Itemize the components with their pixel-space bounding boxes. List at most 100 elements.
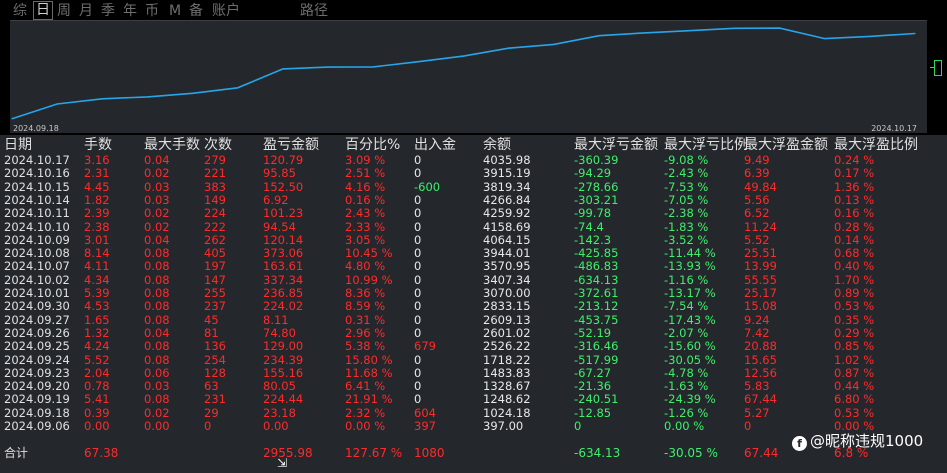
cell-balance: 2526.22 <box>483 339 531 354</box>
cell-pnl: 163.61 <box>263 259 304 274</box>
cell-max-float-loss: -517.99 <box>574 352 619 367</box>
table-row[interactable]: 2024.09.30 4.53 0.08 237 224.02 8.59 % 0 2833.1… <box>0 299 947 314</box>
cell-max-float-loss-pct: -2.43 % <box>664 166 709 181</box>
cell-max-lots: 0.08 <box>144 339 170 354</box>
table-row[interactable]: 2024.09.18 0.39 0.02 29 23.18 2.32 % 604 1024.1… <box>0 405 947 420</box>
cell-balance: 1328.67 <box>483 379 531 394</box>
tab-notes[interactable]: 备 <box>189 2 203 20</box>
cell-max-float-loss: -316.46 <box>574 339 619 354</box>
tab-m[interactable]: M <box>169 2 181 20</box>
header-deposit[interactable]: 出入金 <box>414 136 456 154</box>
total-pnl: 2955.98 <box>263 446 313 460</box>
cell-percent: 2.33 % <box>345 219 386 234</box>
tab-monthly[interactable]: 月 <box>79 2 93 20</box>
cell-pnl: 120.79 <box>263 153 304 167</box>
header-pnl[interactable]: 盈亏金额 <box>263 136 319 154</box>
cell-count: 136 <box>204 339 226 354</box>
table-row[interactable]: 2024.09.25 4.24 0.08 136 129.00 5.38 % 679 2526… <box>0 339 947 354</box>
cell-max-float-loss-pct: -1.16 % <box>664 272 709 287</box>
cell-percent: 15.80 % <box>345 352 393 367</box>
balance-point <box>327 66 329 68</box>
cell-lots: 2.04 <box>84 365 110 380</box>
cell-max-float-loss: -94.29 <box>574 166 612 181</box>
cell-lots: 4.45 <box>84 179 110 194</box>
tab-daily[interactable]: 日 <box>33 1 53 20</box>
header-count[interactable]: 次数 <box>204 136 232 154</box>
tab-path[interactable]: 路径 <box>300 2 328 20</box>
cell-count: 81 <box>204 325 219 340</box>
cell-max-float-profit: 7.42 <box>744 325 770 340</box>
cell-max-float-profit: 5.83 <box>744 379 770 394</box>
cell-pnl: 152.50 <box>263 179 304 194</box>
scroll-marker[interactable] <box>930 60 944 76</box>
cell-percent: 0.00 % <box>345 419 386 433</box>
header-balance[interactable]: 余额 <box>483 136 511 154</box>
cell-date: 2024.09.30 <box>4 299 70 314</box>
tab-yearly[interactable]: 年 <box>123 2 137 20</box>
table-row[interactable]: 2024.09.23 2.04 0.06 128 155.16 11.68 % 0 1483.… <box>0 365 947 380</box>
total-max-float-loss: -634.13 <box>574 446 621 460</box>
period-tab-bar: 综 日 周 月 季 年 币 M 备 账户 路径 <box>0 0 947 20</box>
table-row[interactable]: 2024.10.15 4.45 0.03 383 152.50 4.16 % -600 381… <box>0 179 947 194</box>
tab-summary[interactable]: 综 <box>13 2 27 20</box>
table-row[interactable]: 2024.10.17 3.16 0.04 279 120.79 3.09 % 0 4035.9… <box>0 153 947 167</box>
cell-deposit: 0 <box>414 246 422 261</box>
cell-max-float-profit-pct: 0.44 % <box>834 379 875 394</box>
cell-percent: 2.32 % <box>345 405 386 420</box>
header-max-lots[interactable]: 最大手数 <box>144 136 200 154</box>
header-max-float-profit-pct[interactable]: 最大浮盈比例 <box>834 136 918 154</box>
cell-lots: 1.32 <box>84 325 110 340</box>
table-row[interactable]: 2024.10.11 2.39 0.02 224 101.23 2.43 % 0 4259.9… <box>0 206 947 220</box>
cell-date: 2024.10.07 <box>4 259 70 274</box>
cell-balance: 3570.95 <box>483 259 531 274</box>
cell-date: 2024.10.01 <box>4 286 70 300</box>
cell-max-float-profit: 49.84 <box>744 179 777 194</box>
cell-count: 128 <box>204 365 226 380</box>
table-row[interactable]: 2024.09.20 0.78 0.03 63 80.05 6.41 % 0 1328.67 -… <box>0 379 947 394</box>
cell-balance: 4035.98 <box>483 153 531 167</box>
total-percent: 127.67 % <box>345 446 403 460</box>
cell-deposit: 0 <box>414 325 422 340</box>
table-row[interactable]: 2024.09.26 1.32 0.04 81 74.80 2.96 % 0 2601.02 -… <box>0 325 947 340</box>
cell-max-float-loss-pct: -3.52 % <box>664 232 709 247</box>
table-row[interactable]: 2024.10.09 3.01 0.04 262 120.14 3.05 % 0 4064.1… <box>0 232 947 247</box>
cell-pnl: 0.00 <box>263 419 289 433</box>
cell-balance: 1483.83 <box>483 365 531 380</box>
total-date: 合计 <box>4 446 29 460</box>
total-max-float-loss-pct: -30.05 % <box>664 446 718 460</box>
cell-max-float-loss-pct: -7.54 % <box>664 299 709 314</box>
header-percent[interactable]: 百分比% <box>345 136 400 154</box>
table-row[interactable]: 2024.10.14 1.82 0.03 149 6.92 0.16 % 0 4266.84 -… <box>0 192 947 207</box>
table-row[interactable]: 2024.10.08 8.14 0.08 405 373.06 10.45 % 0 3944.… <box>0 246 947 261</box>
header-lots[interactable]: 手数 <box>84 136 112 154</box>
header-date[interactable]: 日期 <box>4 136 32 154</box>
table-row[interactable]: 2024.10.01 5.39 0.08 255 236.85 8.36 % 0 3070.0… <box>0 286 947 300</box>
cell-max-float-profit-pct: 0.87 % <box>834 365 875 380</box>
table-row[interactable]: 2024.10.07 4.11 0.08 197 163.61 4.80 % 0 3570.9… <box>0 259 947 274</box>
table-row[interactable]: 2024.10.02 4.34 0.08 147 337.34 10.99 % 0 3407.… <box>0 272 947 287</box>
cell-count: 254 <box>204 352 226 367</box>
cell-max-lots: 0.08 <box>144 286 170 300</box>
tab-quarterly[interactable]: 季 <box>101 2 115 20</box>
cell-date: 2024.10.14 <box>4 192 70 207</box>
cell-max-float-loss: -21.36 <box>574 379 612 394</box>
header-max-float-loss-pct[interactable]: 最大浮亏比例 <box>664 136 748 154</box>
table-row[interactable]: 2024.10.10 2.38 0.02 222 94.54 2.33 % 0 4158.69… <box>0 219 947 234</box>
cell-pnl: 129.00 <box>263 339 304 354</box>
tab-weekly[interactable]: 周 <box>57 2 71 20</box>
table-row[interactable]: 2024.09.27 1.65 0.08 45 8.11 0.31 % 0 2609.13 -4… <box>0 313 947 327</box>
cell-pnl: 155.16 <box>263 365 304 380</box>
tab-account[interactable]: 账户 <box>212 2 240 20</box>
balance-point <box>237 87 239 89</box>
cell-deposit: 0 <box>414 232 422 247</box>
cell-count: 197 <box>204 259 226 274</box>
facebook-icon: f <box>792 436 807 451</box>
cell-max-float-loss: -303.21 <box>574 192 619 207</box>
cell-balance: 2601.02 <box>483 325 531 340</box>
table-row[interactable]: 2024.09.24 5.52 0.08 254 234.39 15.80 % 0 1718.… <box>0 352 947 367</box>
header-max-float-profit[interactable]: 最大浮盈金额 <box>744 136 828 154</box>
header-max-float-loss[interactable]: 最大浮亏金额 <box>574 136 658 154</box>
table-row[interactable]: 2024.10.16 2.31 0.02 221 95.85 2.51 % 0 3915.19… <box>0 166 947 181</box>
table-row[interactable]: 2024.09.19 5.41 0.08 231 224.44 21.91 % 0 1248.… <box>0 392 947 406</box>
tab-currency[interactable]: 币 <box>145 2 159 20</box>
